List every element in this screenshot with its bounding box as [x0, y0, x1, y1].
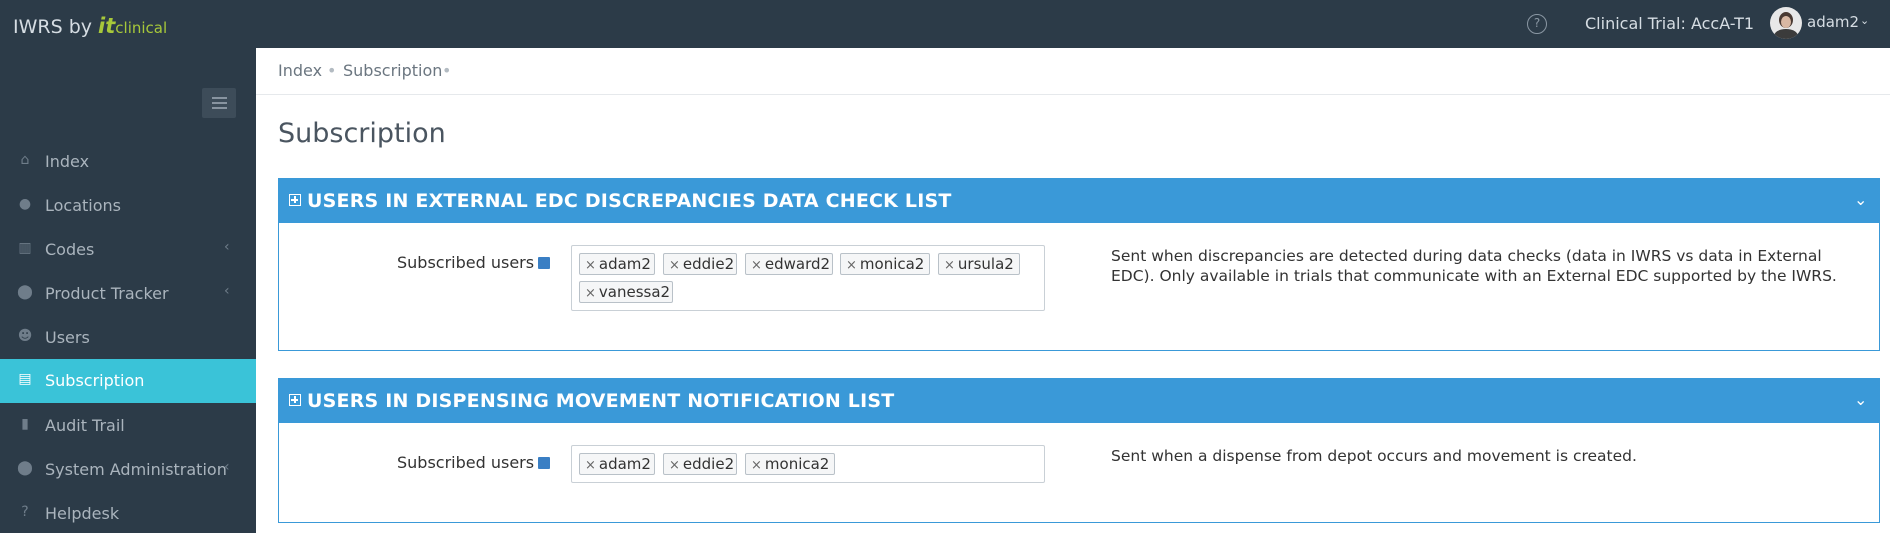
- tag-remove-icon[interactable]: ×: [944, 258, 955, 273]
- tag-remove-icon[interactable]: ×: [585, 458, 596, 473]
- tag-label: ursula2: [957, 255, 1014, 273]
- expand-icon[interactable]: [289, 394, 301, 406]
- tag-remove-icon[interactable]: ×: [669, 458, 680, 473]
- book-icon[interactable]: [538, 457, 551, 469]
- top-navbar: IWRS by itclinical ? Clinical Trial: Acc…: [0, 0, 1890, 48]
- breadcrumb-separator: •: [442, 61, 452, 80]
- tag-remove-icon[interactable]: ×: [751, 258, 762, 273]
- sidebar-toggle-button[interactable]: [202, 88, 236, 118]
- panel-edc-discrepancies: USERS IN EXTERNAL EDC DISCREPANCIES DATA…: [278, 178, 1880, 351]
- breadcrumb: Index • Subscription •: [256, 48, 1890, 95]
- book-icon: ▮: [21, 416, 29, 432]
- tag-label: monica2: [764, 455, 830, 473]
- tag-remove-icon[interactable]: ×: [669, 258, 680, 273]
- user-tag[interactable]: × edward2: [745, 253, 833, 275]
- tag-remove-icon[interactable]: ×: [751, 458, 762, 473]
- panel-description: Sent when a dispense from depot occurs a…: [1111, 447, 1637, 465]
- user-tag[interactable]: × ursula2: [938, 253, 1020, 275]
- breadcrumb-separator: •: [327, 61, 337, 80]
- sidebar-item-label: Subscription: [45, 371, 145, 390]
- globe-icon: ●: [18, 196, 32, 212]
- expand-icon[interactable]: [289, 194, 301, 206]
- user-tag[interactable]: × monica2: [745, 453, 835, 475]
- home-icon: ⌂: [20, 152, 30, 168]
- sidebar-item-label: System Administration: [45, 460, 227, 479]
- subscribed-users-label: Subscribed users: [397, 453, 551, 472]
- subscribed-users-input[interactable]: × adam2 × eddie2 × monica2: [571, 445, 1045, 483]
- sidebar: ⌂ Index ● Locations ▥ Codes ‹ ⬤ Product …: [0, 48, 256, 533]
- panel-title: USERS IN DISPENSING MOVEMENT NOTIFICATIO…: [307, 390, 895, 412]
- barcode-icon: ▥: [18, 240, 32, 256]
- sidebar-item-label: Users: [45, 328, 90, 347]
- panel-header[interactable]: USERS IN EXTERNAL EDC DISCREPANCIES DATA…: [279, 179, 1879, 223]
- chevron-left-icon: ‹: [224, 459, 230, 475]
- help-icon[interactable]: ?: [1527, 14, 1547, 34]
- user-tag[interactable]: × vanessa2: [579, 281, 673, 303]
- brand-logo-clinical: clinical: [115, 19, 168, 37]
- sidebar-item-label: Helpdesk: [45, 504, 120, 523]
- tag-label: adam2: [598, 455, 651, 473]
- sidebar-item-label: Index: [45, 152, 90, 171]
- subscribed-users-text: Subscribed users: [397, 453, 535, 472]
- map-marker-icon: ⬤: [17, 460, 33, 476]
- chevron-down-icon[interactable]: ⌄: [1854, 190, 1867, 209]
- user-tag[interactable]: × monica2: [840, 253, 930, 275]
- map-marker-icon: ⬤: [17, 284, 33, 300]
- subscribed-users-input[interactable]: × adam2 × eddie2 × edward2 × monica2 × ursula…: [571, 245, 1045, 311]
- tag-remove-icon[interactable]: ×: [846, 258, 857, 273]
- avatar[interactable]: [1770, 7, 1802, 39]
- chevron-down-icon[interactable]: ⌄: [1854, 390, 1867, 409]
- sidebar-item-label: Product Tracker: [45, 284, 169, 303]
- tag-label: adam2: [598, 255, 651, 273]
- sidebar-item-locations[interactable]: ● Locations: [0, 184, 256, 228]
- username[interactable]: adam2: [1807, 13, 1859, 31]
- sidebar-item-label: Codes: [45, 240, 95, 259]
- brand-logo[interactable]: IWRS by itclinical: [13, 14, 167, 38]
- subscribed-users-label: Subscribed users: [397, 253, 551, 272]
- breadcrumb-index[interactable]: Index: [278, 61, 322, 80]
- sidebar-item-index[interactable]: ⌂ Index: [0, 140, 256, 184]
- chevron-down-icon[interactable]: ⌄: [1860, 14, 1869, 27]
- sidebar-item-system-administration[interactable]: ⬤ System Administration ‹: [0, 448, 256, 492]
- sidebar-item-product-tracker[interactable]: ⬤ Product Tracker ‹: [0, 272, 256, 316]
- panel-description: Sent when discrepancies are detected dur…: [1111, 247, 1837, 285]
- user-tag[interactable]: × eddie2: [663, 453, 737, 475]
- clinical-trial-label[interactable]: Clinical Trial: AccA-T1: [1585, 14, 1754, 33]
- brand-text: IWRS by: [13, 16, 92, 38]
- user-tag[interactable]: × eddie2: [663, 253, 737, 275]
- brand-logo-it: it: [98, 14, 116, 38]
- sidebar-item-label: Audit Trail: [45, 416, 125, 435]
- tag-label: eddie2: [682, 255, 735, 273]
- tag-label: vanessa2: [598, 283, 671, 301]
- panel-title: USERS IN EXTERNAL EDC DISCREPANCIES DATA…: [307, 190, 952, 212]
- subscribed-users-text: Subscribed users: [397, 253, 535, 272]
- panel-header[interactable]: USERS IN DISPENSING MOVEMENT NOTIFICATIO…: [279, 379, 1879, 423]
- users-icon: ☻: [17, 328, 33, 344]
- archive-icon: ▤: [18, 371, 32, 387]
- tag-remove-icon[interactable]: ×: [585, 258, 596, 273]
- user-tag[interactable]: × adam2: [579, 453, 655, 475]
- question-icon: ?: [21, 504, 29, 520]
- breadcrumb-subscription[interactable]: Subscription: [343, 61, 442, 80]
- main-content: Index • Subscription • Subscription USER…: [256, 48, 1890, 533]
- user-tag[interactable]: × adam2: [579, 253, 655, 275]
- tag-remove-icon[interactable]: ×: [585, 286, 596, 301]
- sidebar-item-helpdesk[interactable]: ? Helpdesk: [0, 492, 256, 533]
- page-title: Subscription: [278, 118, 446, 149]
- tag-label: eddie2: [682, 455, 735, 473]
- book-icon[interactable]: [538, 257, 551, 269]
- sidebar-item-users[interactable]: ☻ Users: [0, 316, 256, 360]
- panel-dispensing-movement: USERS IN DISPENSING MOVEMENT NOTIFICATIO…: [278, 378, 1880, 523]
- sidebar-item-label: Locations: [45, 196, 122, 215]
- sidebar-item-audit-trail[interactable]: ▮ Audit Trail: [0, 404, 256, 448]
- tag-label: monica2: [859, 255, 925, 273]
- tag-label: edward2: [764, 255, 831, 273]
- sidebar-item-subscription[interactable]: ▤ Subscription: [0, 359, 256, 403]
- chevron-left-icon: ‹: [224, 283, 230, 299]
- sidebar-item-codes[interactable]: ▥ Codes ‹: [0, 228, 256, 272]
- chevron-left-icon: ‹: [224, 239, 230, 255]
